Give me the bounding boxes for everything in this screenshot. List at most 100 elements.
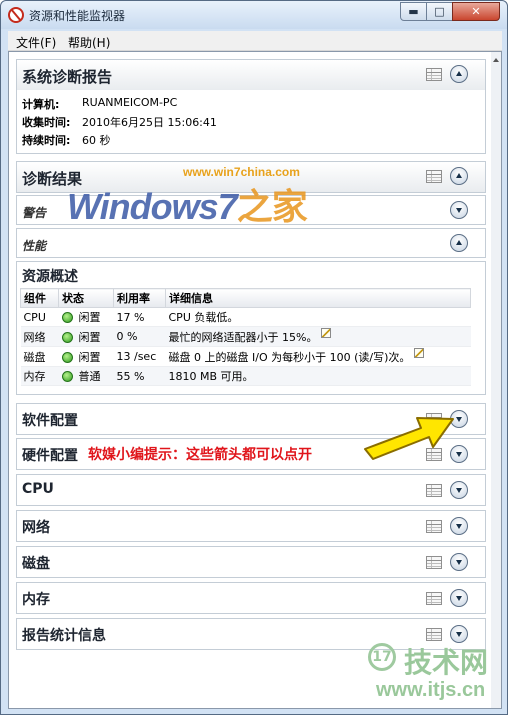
details-text: CPU 负载低。 bbox=[168, 311, 239, 324]
table-view-icon[interactable] bbox=[426, 556, 442, 569]
table-row: 磁盘 闲置 13 /sec 磁盘 0 上的磁盘 I/O 为每秒小于 100 (读… bbox=[20, 346, 471, 367]
section-system-report: 系统诊断报告 计算机: RUANMEICOM-PC 收集时间: 2010年6月2… bbox=[16, 59, 486, 154]
column-header[interactable]: 组件 bbox=[20, 288, 59, 308]
section-header[interactable]: 性能 bbox=[17, 229, 485, 257]
cell-usage: 0 % bbox=[113, 326, 166, 347]
collapse-arrow-icon[interactable] bbox=[450, 65, 468, 83]
close-button[interactable]: ✕ bbox=[452, 2, 500, 21]
cell-details: 最忙的网络适配器小于 15%。 bbox=[165, 326, 471, 347]
expand-arrow-icon[interactable] bbox=[450, 553, 468, 571]
pointer-arrow-icon bbox=[364, 417, 454, 460]
expand-arrow-icon[interactable] bbox=[450, 589, 468, 607]
section-resource-overview: 资源概述 组件 状态 利用率 详细信息 CPU 闲置 17 % CPU 负载低。… bbox=[16, 261, 486, 395]
section-header: 资源概述 bbox=[17, 262, 485, 288]
title-bar[interactable]: 资源和性能监视器 ▬ □ ✕ bbox=[1, 1, 507, 29]
report-view: 系统诊断报告 计算机: RUANMEICOM-PC 收集时间: 2010年6月2… bbox=[8, 51, 502, 709]
section-title: 硬件配置 bbox=[22, 448, 78, 464]
section-disk: 磁盘 bbox=[16, 546, 486, 578]
table-header-row: 组件 状态 利用率 详细信息 bbox=[20, 288, 471, 308]
table-view-icon[interactable] bbox=[426, 68, 442, 81]
watermark-brand-suffix: 之家 bbox=[236, 186, 308, 227]
column-header[interactable]: 状态 bbox=[58, 288, 114, 308]
site-name: 技术网 bbox=[404, 646, 489, 679]
section-title: 性能 bbox=[22, 239, 47, 253]
menu-help[interactable]: 帮助(H) bbox=[68, 34, 110, 51]
section-performance: 性能 bbox=[16, 228, 486, 258]
note-edit-icon[interactable] bbox=[321, 328, 332, 338]
status-ok-icon bbox=[61, 371, 73, 382]
cell-status: 闲置 bbox=[58, 346, 114, 367]
table-view-icon[interactable] bbox=[426, 592, 442, 605]
menu-file[interactable]: 文件(F) bbox=[16, 34, 56, 51]
info-row-computer: 计算机: RUANMEICOM-PC bbox=[22, 94, 480, 112]
menu-bar: 文件(F) 帮助(H) bbox=[8, 31, 502, 51]
maximize-button[interactable]: □ bbox=[426, 2, 453, 21]
status-text: 闲置 bbox=[78, 350, 101, 364]
section-title: 资源概述 bbox=[22, 269, 78, 285]
section-title: 内存 bbox=[22, 592, 50, 608]
scroll-up-arrow-icon[interactable] bbox=[493, 58, 499, 62]
editor-note: 软媒小编提示：这些箭头都可以点开 bbox=[88, 447, 312, 463]
cell-component: CPU bbox=[20, 307, 59, 327]
details-text: 磁盘 0 上的磁盘 I/O 为每秒小于 100 (读/写)次。 bbox=[168, 351, 411, 364]
info-label: 计算机: bbox=[22, 98, 60, 111]
collapse-arrow-icon[interactable] bbox=[450, 167, 468, 185]
section-header[interactable]: 内存 bbox=[17, 583, 485, 613]
expand-arrow-icon[interactable] bbox=[450, 481, 468, 499]
cell-component: 网络 bbox=[20, 326, 59, 347]
section-title: 报告统计信息 bbox=[22, 628, 106, 644]
section-title: 软件配置 bbox=[22, 413, 78, 429]
status-text: 闲置 bbox=[78, 330, 101, 344]
section-title: CPU bbox=[22, 481, 54, 497]
section-title: 网络 bbox=[22, 520, 50, 536]
info-value: RUANMEICOM-PC bbox=[82, 96, 178, 109]
section-network: 网络 bbox=[16, 510, 486, 542]
info-label: 持续时间: bbox=[22, 134, 71, 147]
app-window: 资源和性能监视器 ▬ □ ✕ 文件(F) 帮助(H) 系统诊断报告 计算机: R… bbox=[0, 0, 508, 715]
info-label: 收集时间: bbox=[22, 116, 71, 129]
cell-status: 闲置 bbox=[58, 307, 114, 327]
section-header[interactable]: 网络 bbox=[17, 511, 485, 541]
cell-usage: 17 % bbox=[113, 307, 166, 327]
minimize-button[interactable]: ▬ bbox=[400, 2, 427, 21]
section-title: 系统诊断报告 bbox=[22, 68, 113, 86]
cell-status: 普通 bbox=[58, 366, 114, 386]
table-row: 网络 闲置 0 % 最忙的网络适配器小于 15%。 bbox=[20, 326, 471, 347]
table-view-icon[interactable] bbox=[426, 170, 442, 183]
table-view-icon[interactable] bbox=[426, 628, 442, 641]
cell-status: 闲置 bbox=[58, 326, 114, 347]
collapse-arrow-icon[interactable] bbox=[450, 234, 468, 252]
details-text: 1810 MB 可用。 bbox=[168, 370, 254, 383]
watermark-url: www.win7china.com bbox=[183, 165, 300, 179]
section-title: 磁盘 bbox=[22, 556, 50, 572]
cell-details: 1810 MB 可用。 bbox=[165, 366, 471, 386]
info-row-collected: 收集时间: 2010年6月25日 15:06:41 bbox=[22, 112, 480, 130]
section-title: 警告 bbox=[22, 206, 47, 220]
section-header[interactable]: 磁盘 bbox=[17, 547, 485, 577]
expand-arrow-icon[interactable] bbox=[450, 201, 468, 219]
note-edit-icon[interactable] bbox=[414, 348, 425, 358]
info-row-duration: 持续时间: 60 秒 bbox=[22, 130, 480, 148]
section-memory: 内存 bbox=[16, 582, 486, 614]
resource-monitor-icon bbox=[8, 7, 24, 23]
site-logo-icon: 17 bbox=[368, 643, 396, 671]
resource-table: 组件 状态 利用率 详细信息 CPU 闲置 17 % CPU 负载低。 网络 闲… bbox=[20, 288, 471, 386]
watermark-brand: Windows7 bbox=[67, 186, 238, 227]
cell-details: 磁盘 0 上的磁盘 I/O 为每秒小于 100 (读/写)次。 bbox=[165, 346, 471, 367]
table-view-icon[interactable] bbox=[426, 484, 442, 497]
cell-details: CPU 负载低。 bbox=[165, 307, 471, 327]
watermark-logo: Windows7之家 bbox=[67, 178, 308, 230]
section-header[interactable]: 系统诊断报告 bbox=[17, 60, 485, 90]
expand-arrow-icon[interactable] bbox=[450, 517, 468, 535]
table-row: CPU 闲置 17 % CPU 负载低。 bbox=[20, 307, 471, 327]
column-header[interactable]: 详细信息 bbox=[165, 288, 471, 308]
table-row: 内存 普通 55 % 1810 MB 可用。 bbox=[20, 366, 471, 386]
window-title: 资源和性能监视器 bbox=[29, 9, 126, 23]
vertical-scrollbar[interactable] bbox=[491, 52, 501, 708]
cell-component: 磁盘 bbox=[20, 346, 59, 367]
table-view-icon[interactable] bbox=[426, 520, 442, 533]
section-cpu: CPU bbox=[16, 474, 486, 506]
details-text: 最忙的网络适配器小于 15%。 bbox=[168, 331, 318, 344]
column-header[interactable]: 利用率 bbox=[113, 288, 166, 308]
section-header[interactable]: CPU bbox=[17, 475, 485, 505]
